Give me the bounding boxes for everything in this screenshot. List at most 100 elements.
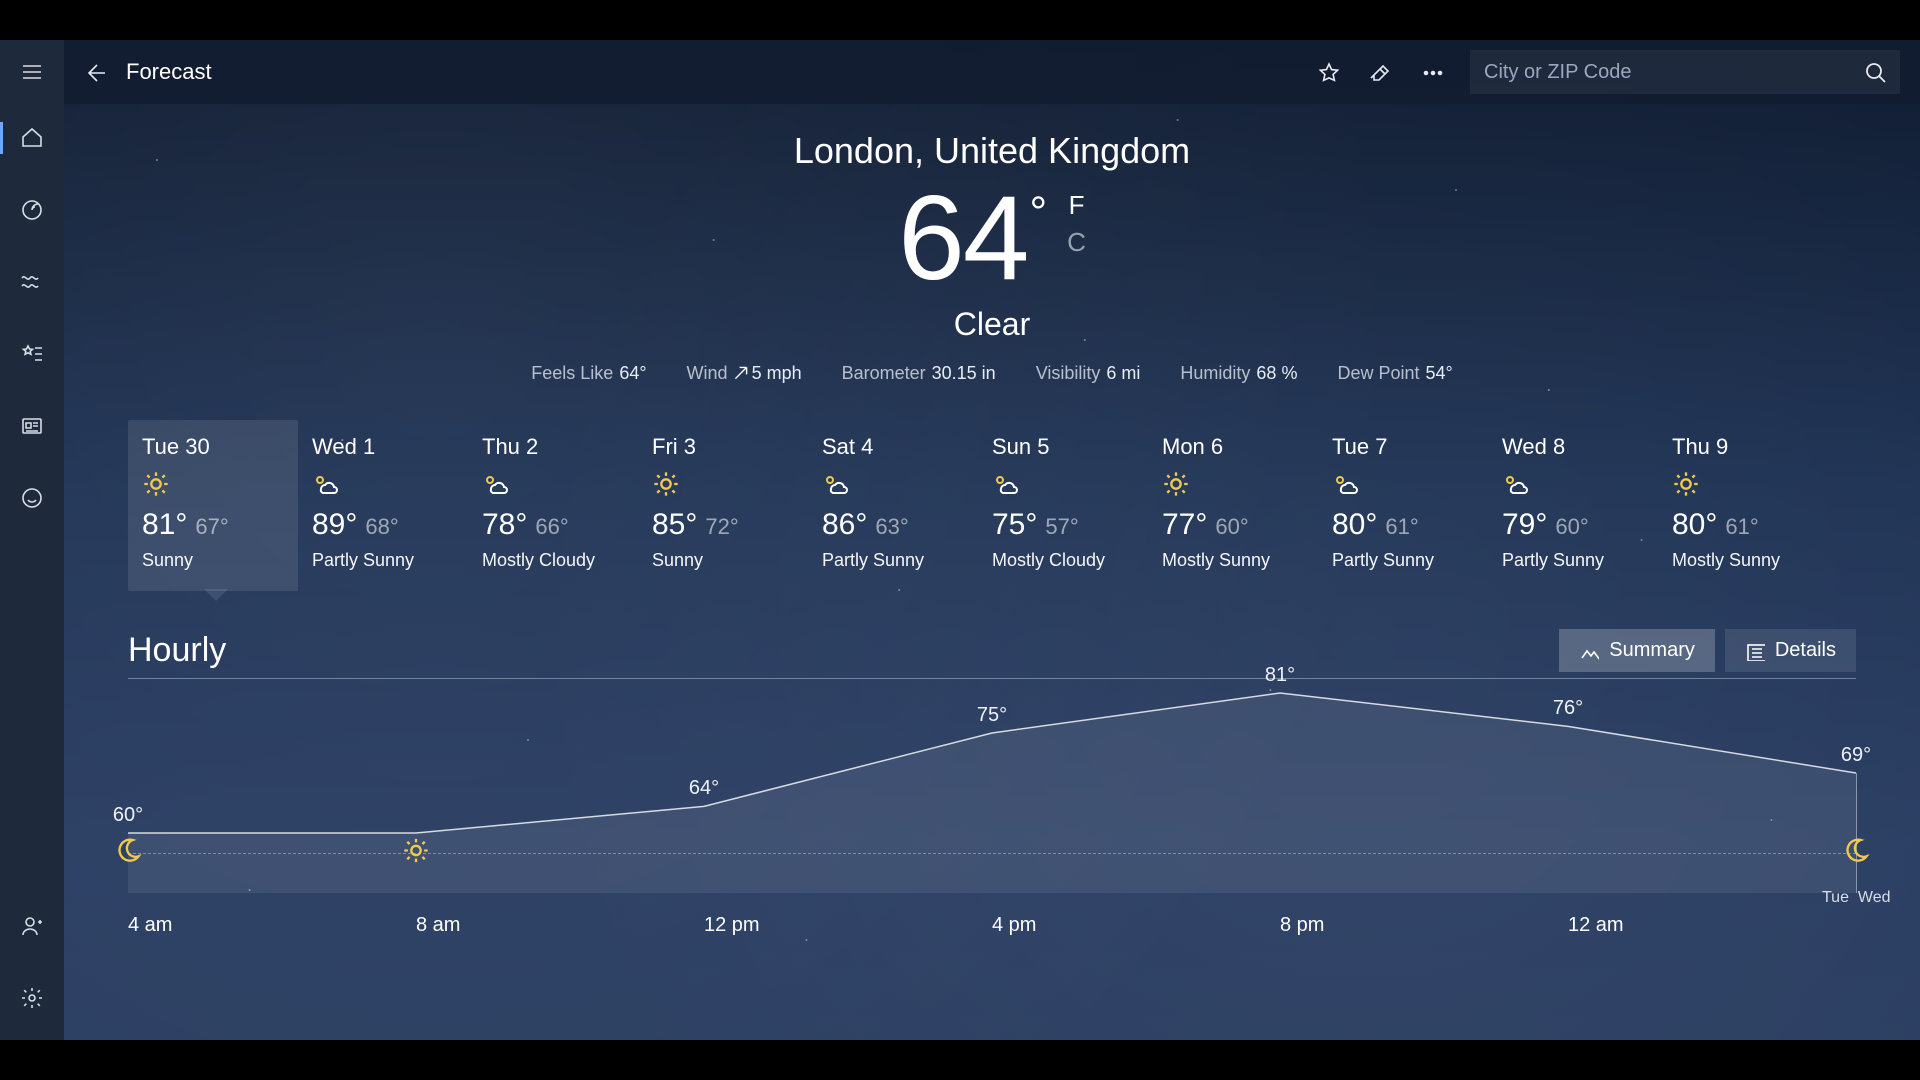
more-button[interactable] xyxy=(1406,46,1458,98)
day-high: 80° xyxy=(1672,508,1717,541)
nav-favorites[interactable] xyxy=(0,332,64,376)
more-icon xyxy=(1421,61,1443,83)
nav-feedback[interactable] xyxy=(0,476,64,520)
day-icon xyxy=(822,470,964,498)
details-button[interactable]: Details xyxy=(1725,629,1856,672)
nav-news[interactable] xyxy=(0,404,64,448)
day-card[interactable]: Mon 677°60°Mostly Sunny xyxy=(1148,420,1318,591)
nav-history[interactable] xyxy=(0,260,64,304)
day-date: Wed 1 xyxy=(312,434,454,460)
day-date: Mon 6 xyxy=(1162,434,1304,460)
day-icon xyxy=(1672,470,1814,498)
current-conditions: London, United Kingdom 64 ° F C Clear Fe… xyxy=(64,104,1920,384)
day-high: 78° xyxy=(482,508,527,541)
moon-icon xyxy=(114,837,142,865)
nav-add-person[interactable] xyxy=(0,904,64,948)
detail-humidity: Humidity68 % xyxy=(1180,363,1297,384)
horizon-line xyxy=(128,853,1856,854)
day-card[interactable]: Sat 486°63°Partly Sunny xyxy=(808,420,978,591)
hourly-view-toggle: Summary Details xyxy=(1559,629,1856,672)
condition-details: Feels Like64°Wind5 mphBarometer30.15 inV… xyxy=(64,363,1920,384)
daily-forecast: Tue 3081°67°SunnyWed 189°68°Partly Sunny… xyxy=(64,384,1920,591)
condition-text: Clear xyxy=(64,306,1920,343)
day-date: Sat 4 xyxy=(822,434,964,460)
day-low: 60° xyxy=(1555,514,1588,539)
day-high: 75° xyxy=(992,508,1037,541)
detail-wind: Wind5 mph xyxy=(687,363,802,384)
hourly-temp-label: 60° xyxy=(113,804,143,827)
hourly-x-axis: 4 am8 am12 pm4 pm8 pm12 am xyxy=(128,914,1856,937)
day-icon xyxy=(1502,470,1644,498)
day-card[interactable]: Wed 189°68°Partly Sunny xyxy=(298,420,468,591)
pin-button[interactable] xyxy=(1354,46,1406,98)
hourly-chart[interactable]: 60°64°75°81°76°69°4 am8 am12 pm4 pm8 pm1… xyxy=(128,683,1856,943)
nav-settings[interactable] xyxy=(0,976,64,1020)
unit-c[interactable]: C xyxy=(1067,227,1086,258)
day-card[interactable]: Fri 385°72°Sunny xyxy=(638,420,808,591)
day-low: 67° xyxy=(195,514,228,539)
hourly-temp-label: 81° xyxy=(1265,664,1295,687)
sun-icon xyxy=(1672,470,1700,498)
topbar: Forecast xyxy=(64,40,1920,104)
hourly-section: Hourly Summary Details 60°64°75°81°76°69… xyxy=(128,629,1856,943)
day-icon xyxy=(1162,470,1304,498)
day-card[interactable]: Wed 879°60°Partly Sunny xyxy=(1488,420,1658,591)
day-high: 89° xyxy=(312,508,357,541)
day-card[interactable]: Thu 980°61°Mostly Sunny xyxy=(1658,420,1828,591)
nav-home[interactable] xyxy=(0,116,64,160)
nav-radar[interactable] xyxy=(0,188,64,232)
waves-icon xyxy=(20,270,44,294)
day-card[interactable]: Tue 780°61°Partly Sunny xyxy=(1318,420,1488,591)
details-icon xyxy=(1745,641,1765,661)
hamburger-button[interactable] xyxy=(0,40,64,104)
x-tick: 12 am xyxy=(1568,914,1856,937)
day-date: Tue 30 xyxy=(142,434,284,460)
moon-icon xyxy=(1842,837,1870,865)
day-card[interactable]: Thu 278°66°Mostly Cloudy xyxy=(468,420,638,591)
hourly-title: Hourly xyxy=(128,631,226,670)
back-button[interactable] xyxy=(76,54,112,90)
day-card[interactable]: Sun 575°57°Mostly Cloudy xyxy=(978,420,1148,591)
day-condition: Mostly Cloudy xyxy=(482,550,624,571)
x-tick: 4 am xyxy=(128,914,416,937)
back-arrow-icon xyxy=(83,61,105,83)
hourly-temp-label: 69° xyxy=(1841,744,1871,767)
page-title: Forecast xyxy=(126,59,212,85)
x-tick: 8 pm xyxy=(1280,914,1568,937)
detail-dew-point: Dew Point54° xyxy=(1337,363,1452,384)
partly-cloudy-icon xyxy=(312,470,340,498)
favorite-button[interactable] xyxy=(1302,46,1354,98)
degree-symbol: ° xyxy=(1030,188,1048,238)
day-low: 60° xyxy=(1215,514,1248,539)
day-date: Thu 2 xyxy=(482,434,624,460)
day-condition: Mostly Cloudy xyxy=(992,550,1134,571)
detail-visibility: Visibility6 mi xyxy=(1036,363,1141,384)
day-high: 80° xyxy=(1332,508,1377,541)
day-low: 68° xyxy=(365,514,398,539)
partly-cloudy-icon xyxy=(992,470,1020,498)
hourly-temp-label: 75° xyxy=(977,704,1007,727)
day-high: 85° xyxy=(652,508,697,541)
summary-icon xyxy=(1579,641,1599,661)
day-icon xyxy=(142,470,284,498)
current-temp: 64 xyxy=(898,178,1027,298)
day-card[interactable]: Tue 3081°67°Sunny xyxy=(128,420,298,591)
day-icon xyxy=(1332,470,1474,498)
day-low: 57° xyxy=(1045,514,1078,539)
radar-icon xyxy=(20,198,44,222)
hourly-icon xyxy=(1842,837,1870,870)
summary-button[interactable]: Summary xyxy=(1559,629,1715,672)
hamburger-icon xyxy=(20,60,44,84)
location-name: London, United Kingdom xyxy=(64,130,1920,172)
x-tick: 4 pm xyxy=(992,914,1280,937)
day-condition: Sunny xyxy=(652,550,794,571)
search-input[interactable] xyxy=(1484,61,1864,84)
unit-f[interactable]: F xyxy=(1067,190,1086,221)
day-icon xyxy=(482,470,624,498)
detail-barometer: Barometer30.15 in xyxy=(842,363,996,384)
star-list-icon xyxy=(20,342,44,366)
unit-toggle: F C xyxy=(1067,190,1086,258)
sun-icon xyxy=(1162,470,1190,498)
partly-cloudy-icon xyxy=(1332,470,1360,498)
search-box[interactable] xyxy=(1470,50,1900,94)
